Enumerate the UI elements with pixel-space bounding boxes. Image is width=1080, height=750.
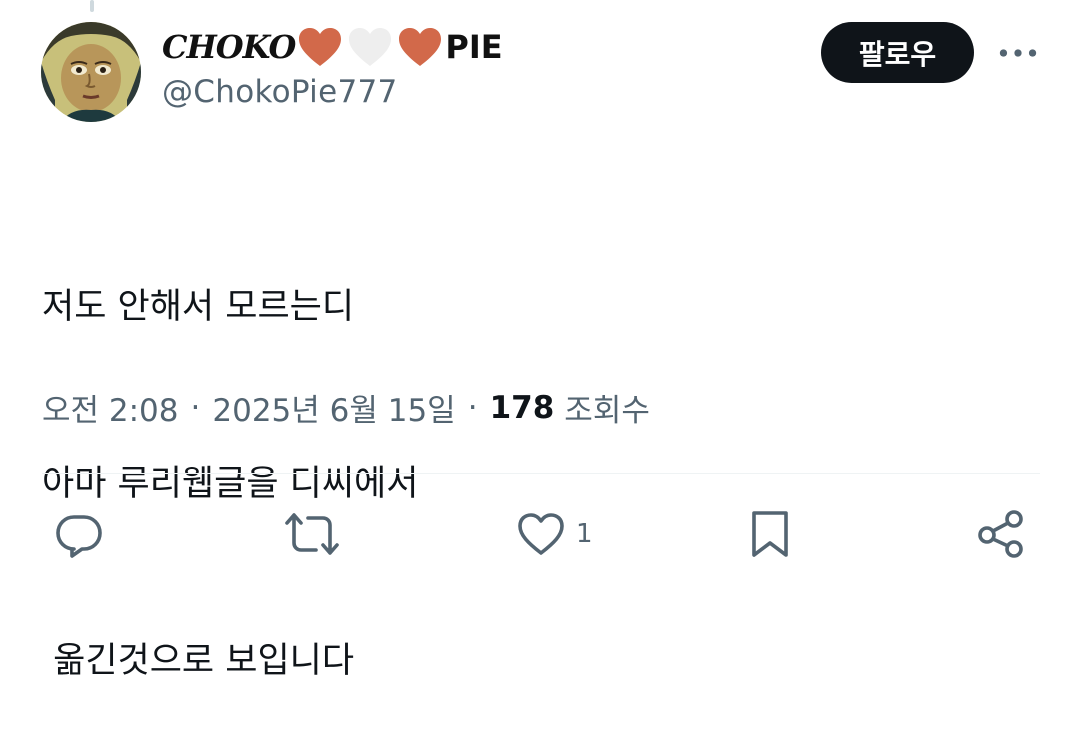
like-button[interactable]: 1 bbox=[516, 506, 593, 562]
more-options-button[interactable] bbox=[996, 36, 1040, 70]
author-name-left: CHOKO bbox=[162, 28, 296, 66]
like-count: 1 bbox=[576, 519, 593, 549]
meta-separator: · bbox=[467, 389, 478, 426]
avatar[interactable] bbox=[41, 22, 141, 122]
tweet-text: 저도 안해서 모르는디 아마 루리웹글을 디씨에서 옮긴것으로 보입니다 bbox=[42, 160, 1022, 750]
share-icon bbox=[978, 510, 1023, 558]
views-count[interactable]: 178 bbox=[490, 390, 555, 426]
orange-heart-icon bbox=[399, 28, 442, 66]
white-heart-icon bbox=[349, 28, 392, 66]
share-button[interactable] bbox=[976, 506, 1026, 562]
tweet-date[interactable]: 2025년 6월 15일 bbox=[212, 385, 455, 430]
tweet-time[interactable]: 오전 2:08 bbox=[42, 385, 179, 430]
thread-connector-line bbox=[90, 0, 94, 12]
bookmark-icon bbox=[752, 511, 788, 557]
bookmark-button[interactable] bbox=[748, 506, 792, 562]
reply-button[interactable] bbox=[54, 506, 104, 562]
orange-heart-icon bbox=[299, 28, 342, 66]
action-bar: 1 bbox=[0, 506, 1080, 562]
author-handle[interactable]: @ChokoPie777 bbox=[162, 74, 398, 110]
author-name-right: PIE bbox=[445, 28, 503, 66]
retweet-icon bbox=[285, 513, 339, 555]
tweet-line: 저도 안해서 모르는디 bbox=[42, 287, 355, 327]
author-display-name[interactable]: CHOKO PIE bbox=[162, 24, 503, 70]
heart-icon bbox=[518, 513, 564, 555]
views-label: 조회수 bbox=[564, 393, 650, 429]
tweet-meta: 오전 2:08 · 2025년 6월 15일 · 178 조회수 bbox=[42, 385, 650, 430]
more-horizontal-icon bbox=[999, 49, 1037, 57]
avatar-image bbox=[41, 22, 141, 122]
retweet-button[interactable] bbox=[284, 506, 340, 562]
follow-button[interactable]: 팔로우 bbox=[821, 22, 974, 83]
divider bbox=[42, 473, 1040, 474]
reply-icon bbox=[56, 515, 102, 558]
tweet-line: 옮긴것으로 보입니다 bbox=[42, 641, 355, 681]
meta-separator: · bbox=[190, 389, 201, 426]
